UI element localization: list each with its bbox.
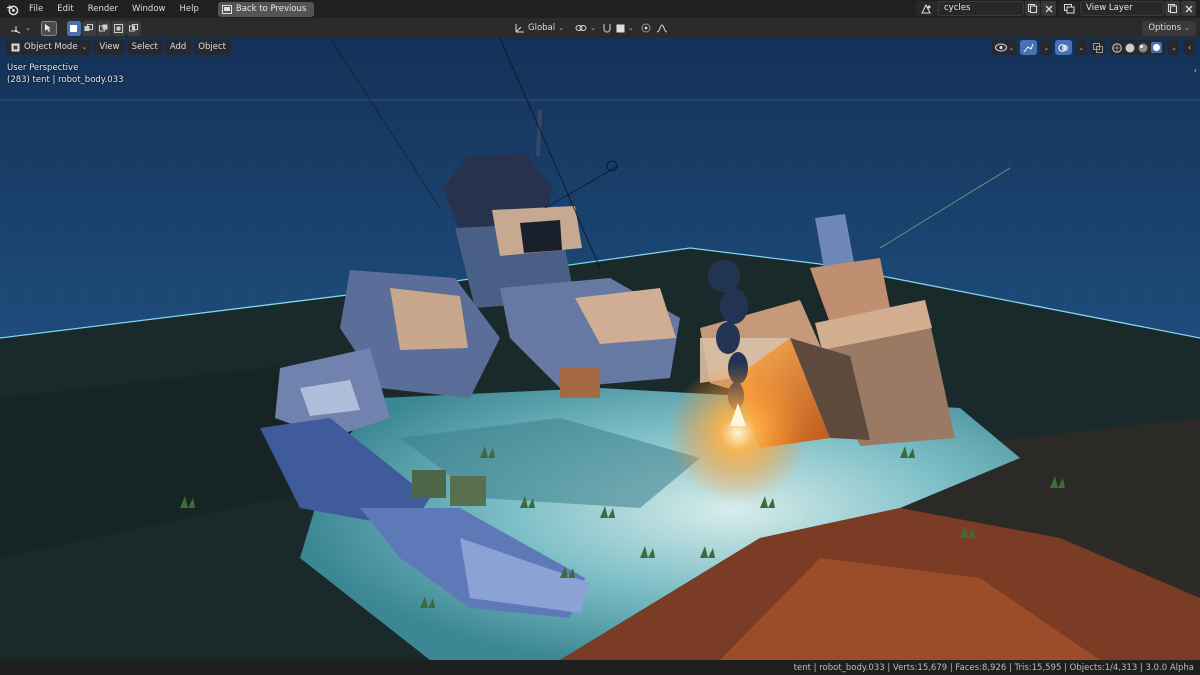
- falloff-curve-icon: [656, 23, 668, 32]
- select-tool-icon[interactable]: [40, 20, 57, 36]
- gizmo-icon: [1023, 43, 1034, 52]
- visibility-dropdown[interactable]: ⌄: [991, 40, 1018, 55]
- object-mode-label: Object Mode: [24, 42, 78, 52]
- viewport-menu-view[interactable]: View: [94, 40, 125, 55]
- visibility-chevron-icon: ⌄: [1008, 43, 1015, 52]
- viewport-menu-add[interactable]: Add: [164, 40, 192, 55]
- menu-help[interactable]: Help: [172, 0, 205, 18]
- snap-magnet-icon: [603, 24, 611, 33]
- overlays-icon: [1058, 43, 1069, 52]
- object-mode-chevron-icon: ⌄: [81, 43, 88, 51]
- view-layer-selector[interactable]: [1059, 1, 1079, 16]
- overlays-toggle[interactable]: [1055, 40, 1073, 55]
- toolbar-expand-icon[interactable]: ‹: [1194, 66, 1197, 75]
- object-mode-dropdown[interactable]: Object Mode ⌄: [6, 40, 93, 55]
- shading-mode-group: [1109, 40, 1166, 55]
- menu-edit[interactable]: Edit: [50, 0, 80, 18]
- scene-statistics: tent | robot_body.033 | Verts:15,679 | F…: [793, 662, 1194, 673]
- chevron-left-icon: ‹: [1187, 43, 1192, 52]
- orientation-label: Global: [528, 23, 556, 33]
- gizmo-toggle[interactable]: [1020, 40, 1038, 55]
- selection-mode-group: [66, 20, 141, 36]
- back-to-previous-button[interactable]: Back to Previous: [217, 1, 315, 17]
- object-mode-icon: [11, 43, 20, 52]
- viewport-header: ⌄ Global ⌄ ⌄ ⌄ Options ⌄: [0, 18, 1200, 38]
- editor-type-selector[interactable]: ⌄: [6, 21, 35, 36]
- gizmo-chevron-icon: ⌄: [1043, 43, 1050, 52]
- menu-window[interactable]: Window: [125, 0, 173, 18]
- wireframe-shading-icon[interactable]: [1112, 42, 1122, 53]
- transform-orientation-dropdown[interactable]: Global ⌄: [511, 21, 568, 36]
- delete-view-layer-icon[interactable]: [1181, 1, 1196, 16]
- select-intersect-icon[interactable]: [126, 20, 141, 36]
- back-to-previous-label: Back to Previous: [235, 3, 307, 14]
- overlays-chevron-icon: ⌄: [1078, 43, 1085, 52]
- snap-increment-icon: [616, 24, 625, 32]
- new-scene-icon[interactable]: [1025, 1, 1040, 16]
- viewport-menu-select[interactable]: Select: [126, 40, 163, 55]
- scene-icon: [916, 3, 936, 14]
- viewport-menu-object[interactable]: Object: [193, 40, 231, 55]
- eye-icon: [994, 43, 1007, 52]
- perspective-label: User Perspective: [7, 63, 79, 73]
- sidebar-toggle[interactable]: ‹: [1183, 40, 1196, 55]
- falloff-dropdown[interactable]: [652, 21, 672, 36]
- view-layer-icon: [1059, 3, 1079, 14]
- viewport-shading-controls: ⌄ ⌄ ⌄ ⌄ ‹: [991, 40, 1196, 55]
- proportional-edit-icon: [641, 23, 651, 33]
- top-menu-bar: File Edit Render Window Help Back to Pre…: [0, 0, 1200, 18]
- shading-chevron-icon: ⌄: [1171, 43, 1177, 52]
- menu-file[interactable]: File: [22, 0, 50, 18]
- options-label: Options: [1148, 23, 1182, 33]
- overlays-dropdown[interactable]: ⌄: [1075, 40, 1088, 55]
- snap-target-dropdown[interactable]: ⌄: [612, 21, 638, 36]
- new-view-layer-icon[interactable]: [1165, 1, 1180, 16]
- editor-type-chevron-icon: ⌄: [25, 24, 31, 32]
- render-scene-image: [0, 38, 1200, 660]
- menu-render[interactable]: Render: [81, 0, 125, 18]
- viewport-toolbar: Object Mode ⌄ View Select Add Object: [6, 40, 231, 55]
- shading-dropdown[interactable]: ⌄: [1168, 40, 1180, 55]
- select-new-icon[interactable]: [66, 20, 81, 36]
- xray-toggle[interactable]: [1090, 40, 1107, 55]
- options-dropdown[interactable]: Options ⌄: [1142, 20, 1196, 36]
- pivot-chevron-icon: ⌄: [590, 24, 596, 32]
- screen-icon: [221, 4, 232, 14]
- rendered-shading-icon[interactable]: [1151, 42, 1163, 53]
- select-extend-icon[interactable]: [81, 20, 96, 36]
- snap-chevron-icon: ⌄: [628, 24, 634, 32]
- solid-shading-icon[interactable]: [1125, 43, 1135, 53]
- options-chevron-icon: ⌄: [1184, 24, 1190, 32]
- material-preview-icon[interactable]: [1138, 43, 1148, 53]
- blender-logo-icon[interactable]: [2, 0, 22, 18]
- select-invert-icon[interactable]: [111, 20, 126, 36]
- select-subtract-icon[interactable]: [96, 20, 111, 36]
- orientation-chevron-icon: ⌄: [558, 24, 564, 32]
- pivot-point-dropdown[interactable]: ⌄: [571, 21, 600, 36]
- status-bar: tent | robot_body.033 | Verts:15,679 | F…: [0, 660, 1200, 675]
- orientation-icon: [515, 24, 524, 33]
- scene-name-field[interactable]: cycles: [938, 1, 1024, 16]
- campfire-glow: [668, 363, 808, 503]
- gizmo-dropdown[interactable]: ⌄: [1040, 40, 1053, 55]
- delete-scene-icon[interactable]: [1041, 1, 1056, 16]
- xray-icon: [1093, 42, 1104, 53]
- view-layer-field[interactable]: View Layer: [1080, 1, 1164, 16]
- active-object-info: (283) tent | robot_body.033: [7, 75, 124, 85]
- 3d-viewport[interactable]: Object Mode ⌄ View Select Add Object ⌄ ⌄…: [0, 38, 1200, 660]
- pivot-link-icon: [575, 25, 587, 31]
- 3d-viewport-icon: [11, 25, 21, 33]
